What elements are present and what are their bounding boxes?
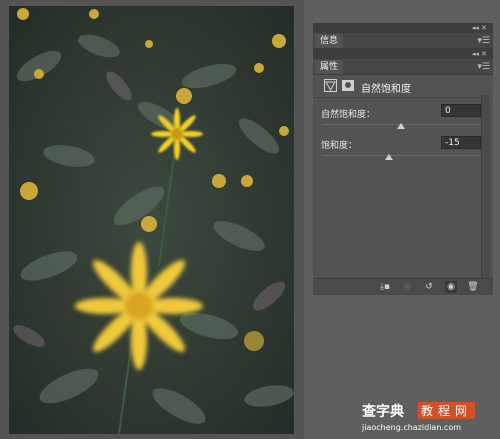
properties-bottom-bar: ⤓▪ ◎ ↺ ◉ 🗑 — [313, 278, 493, 295]
flower-photo-image — [9, 6, 294, 434]
tab-properties[interactable]: 属性 — [315, 60, 344, 74]
panel-collapse-bar[interactable]: ◂◂ ✕ — [313, 23, 493, 33]
watermark: 查字典 教程网 jiaocheng.chazidian.com — [360, 397, 492, 437]
panel-scrollbar[interactable] — [481, 95, 490, 281]
vibrance-field[interactable]: 0 — [441, 104, 481, 117]
panel-collapse-bar-2[interactable]: ◂◂ ✕ — [313, 49, 493, 59]
tab-info[interactable]: 信息 — [315, 34, 344, 48]
saturation-field[interactable]: -15 — [441, 136, 481, 149]
clip-to-layer-icon[interactable]: ⤓▪ — [379, 281, 391, 293]
adjustment-title: 自然饱和度 — [361, 84, 411, 95]
watermark-main: 查字典 — [362, 404, 404, 420]
double-chevron-right-icon[interactable]: ◂◂ ✕ — [472, 23, 487, 33]
watermark-sub: 教程网 — [418, 402, 476, 419]
panel-menu-icon[interactable]: ▾☰ — [477, 60, 490, 74]
vibrance-label: 自然饱和度： — [321, 110, 376, 120]
flower-photo — [9, 6, 294, 434]
panel-menu-icon[interactable]: ▾☰ — [477, 34, 490, 48]
watermark-url: jiaocheng.chazidian.com — [362, 423, 462, 432]
saturation-slider-thumb[interactable] — [385, 154, 394, 160]
visibility-eye-icon[interactable]: ◉ — [445, 281, 457, 293]
view-previous-icon[interactable]: ◎ — [401, 281, 413, 293]
vibrance-triangle-icon — [325, 81, 336, 92]
reset-icon[interactable]: ↺ — [423, 281, 435, 293]
double-chevron-right-icon[interactable]: ◂◂ ✕ — [472, 49, 487, 59]
document-canvas — [0, 0, 304, 439]
layer-mask-icon[interactable] — [342, 80, 354, 91]
info-tabbar: 信息 ▾☰ — [313, 33, 493, 49]
saturation-label: 饱和度： — [321, 141, 358, 151]
properties-tabbar: 属性 ▾☰ — [313, 59, 493, 75]
saturation-slider-track[interactable] — [322, 155, 480, 156]
vibrance-slider-thumb[interactable] — [397, 123, 405, 129]
photoshop-panels: ◂◂ ✕ 信息 ▾☰ ◂◂ ✕ 属性 ▾☰ 自然饱和度 自然饱和度： 0 饱和度… — [313, 23, 493, 295]
delete-icon[interactable]: 🗑 — [467, 281, 479, 293]
adjustment-header: 自然饱和度 — [313, 75, 493, 98]
vibrance-adjustment-icon — [324, 79, 337, 92]
